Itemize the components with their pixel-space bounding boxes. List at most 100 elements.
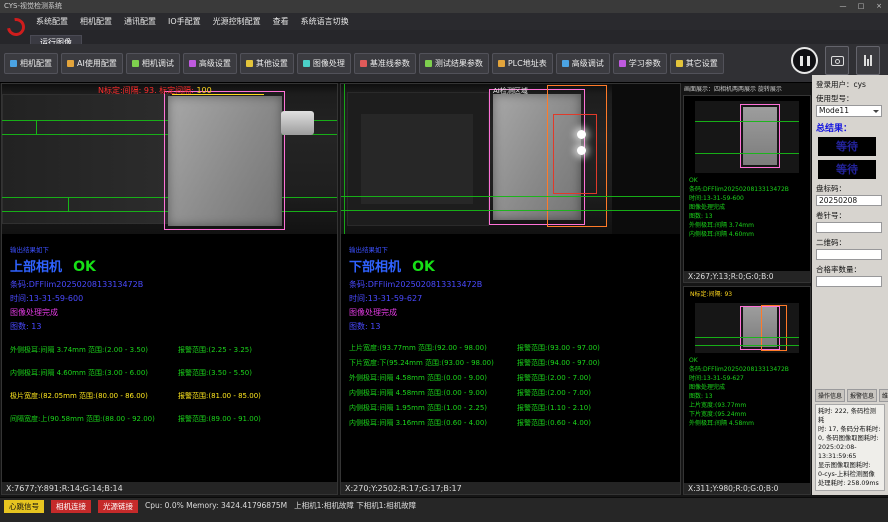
result-ok-badge: OK (73, 259, 96, 275)
toolbar-button-icon (303, 60, 310, 67)
field-input[interactable] (816, 276, 882, 287)
toolbar-button[interactable]: AI使用配置 (61, 53, 123, 74)
output-note: 输出结果如下 (10, 244, 337, 254)
lower-result-text: 输出结果如下 下部相机 OK 条码:DFFlim2025020813313472… (341, 244, 680, 428)
info-tab[interactable]: 操作信息 (815, 389, 845, 402)
info-log-line: 2025:02:08-13:31:59:65 (818, 443, 882, 461)
measurement-value: 外侧极耳:间隔 4.58mm 范围:(0.00 - 9.00) (349, 373, 509, 383)
preview-line: 条码:DFFlim2025020813313472B (689, 185, 810, 194)
menu-item[interactable]: 系统配置 (30, 14, 74, 29)
window-control-button[interactable]: — (834, 0, 852, 13)
toolbar-button-icon (189, 60, 196, 67)
field-input[interactable] (816, 222, 882, 233)
cpu-memory-status: Cpu: 0.0% Memory: 3424.41796875M (145, 500, 287, 511)
toolbar-button[interactable]: 其他设置 (240, 53, 294, 74)
green-guide-line (36, 120, 37, 135)
toolbar-button[interactable]: 高级调试 (556, 53, 610, 74)
toolbar-button-label: AI使用配置 (77, 58, 117, 69)
camera-view-button[interactable] (825, 46, 849, 75)
toolbar-button-icon (676, 60, 683, 67)
toolbar-button[interactable]: 高级设置 (183, 53, 237, 74)
barcode-scan-button[interactable] (856, 46, 880, 75)
info-log-line: 显示图像取图耗时: (818, 461, 882, 470)
measurement-value: 内侧极耳:间隔 4.60mm 范围:(3.00 - 6.00) (10, 368, 170, 378)
info-tab[interactable]: 维修信息 (879, 389, 888, 402)
info-log-box: 耗时: 222, 条码检测耗时: 17, 条码分布耗时:0, 条码图像取图耗时:… (815, 404, 885, 491)
lower-camera-image[interactable]: AI检测区域 (341, 84, 680, 234)
menu-item[interactable]: IO手配置 (162, 14, 207, 29)
window-control-button[interactable]: × (870, 0, 888, 13)
measurement-row: 内侧极耳:间隔 4.58mm 范围:(0.00 - 9.00) 报警范围:(2.… (349, 388, 680, 398)
toolbar-button-label: 学习参数 (629, 58, 661, 69)
preview-line: 图数: 13 (689, 212, 810, 221)
toolbar-button[interactable]: 学习参数 (613, 53, 667, 74)
toolbar-button[interactable]: 基准线参数 (354, 53, 416, 74)
preview-text-lines: OK条码:DFFlim2025020813313472B时间:13-31-59-… (684, 356, 810, 428)
calibration-label-text: N标定:间隔: 93. 标定间隔: (98, 86, 194, 95)
field-input[interactable] (816, 249, 882, 260)
pause-icon (800, 56, 803, 66)
barcode-icon (864, 55, 872, 66)
toolbar-right-cluster (791, 46, 880, 75)
preview-thumbnail[interactable] (695, 101, 799, 173)
measurement-warn-range: 报警范围:(94.00 - 97.00) (517, 358, 600, 368)
preview-line: 图像处理完成 (689, 383, 810, 392)
window-control-button[interactable]: □ (852, 0, 870, 13)
field-label: 盘标码： (816, 183, 885, 194)
toolbar-button[interactable]: 相机调试 (126, 53, 180, 74)
measurement-value: 内侧极耳:间隔 1.95mm 范围:(1.00 - 2.25) (349, 403, 509, 413)
info-tab[interactable]: 报警信息 (847, 389, 877, 402)
measurement-value: 内侧极耳:间隔 4.58mm 范围:(0.00 - 9.00) (349, 388, 509, 398)
info-log-line: 时: 17, 条码分布耗时: (818, 425, 882, 434)
info-log-line: 0-cys-上料检测图像 (818, 470, 882, 479)
toolbar-button-icon (425, 60, 432, 67)
camera-name: 上部相机 (10, 260, 62, 275)
pause-icon (807, 56, 810, 66)
menu-item[interactable]: 光源控制配置 (207, 14, 267, 29)
toolbar-button[interactable]: 测试结果参数 (419, 53, 489, 74)
field-row: 卷针号： (816, 210, 885, 233)
preview-thumbnail[interactable] (695, 303, 799, 353)
total-result-label: 总结果： (816, 121, 885, 134)
pixel-coords-readout: X:7677;Y:891;R:14;G:14;B:14 (2, 481, 337, 494)
reflection-highlight (577, 146, 586, 155)
info-tabs: 操作信息报警信息维修信息 (815, 389, 885, 402)
preview-line: OK (689, 356, 810, 365)
menu-item[interactable]: 查看 (267, 14, 295, 29)
menu-item[interactable]: 相机配置 (74, 14, 118, 29)
field-input[interactable]: 20250208 (816, 195, 882, 206)
camera-fault-status: 上相机1:相机故障 下相机1:相机故障 (294, 500, 416, 511)
measurement-warn-range: 报警范围:(3.50 - 5.50) (178, 368, 252, 378)
machine-block (361, 114, 473, 204)
toolbar-button[interactable]: 其它设置 (670, 53, 724, 74)
preview-text-lines: OK条码:DFFlim2025020813313472B时间:13-31-59-… (684, 176, 810, 239)
result-status-box: 等待 (818, 137, 876, 156)
time-line: 时间:13-31-59-600 (10, 293, 337, 304)
menu-item[interactable]: 通讯配置 (118, 14, 162, 29)
time-line: 时间:13-31-59-627 (349, 293, 680, 304)
toolbar-button[interactable]: PLC地址表 (492, 53, 553, 74)
camera-panel-upper: N标定:间隔: 93. 标定间隔: 100 输出结果如下 上部相机 OK 条码:… (1, 83, 338, 495)
field-row: 合格率数量： (816, 264, 885, 287)
field-list: 盘标码： 20250208 卷针号： 二维码： 合格率数量： (816, 183, 885, 287)
menu-item[interactable]: 系统语言切换 (295, 14, 355, 29)
field-row: 二维码： (816, 237, 885, 260)
pixel-coords-readout: X:311;Y:980;R:0;G:0;B:0 (684, 482, 810, 494)
calibration-label: N标定:间隔: 93 (684, 289, 810, 298)
field-label: 卷针号： (816, 210, 885, 221)
upper-camera-image[interactable]: N标定:间隔: 93. 标定间隔: 100 (2, 84, 337, 234)
result-status-box: 等待 (818, 160, 876, 179)
pause-button[interactable] (791, 47, 818, 74)
model-select[interactable]: Mode11 (816, 105, 882, 117)
toolbar-button-icon (360, 60, 367, 67)
toolbar-button-icon (132, 60, 139, 67)
result-boxes: 等待等待 (816, 137, 885, 179)
frame-count-line: 图数: 13 (10, 321, 337, 332)
toolbar-button[interactable]: 相机配置 (4, 53, 58, 74)
toolbar-button[interactable]: 图像处理 (297, 53, 351, 74)
right-info-panel: 登录用户：cys 使用型号： Mode11 总结果： 等待等待 盘标码： 202… (812, 75, 888, 495)
process-status-line: 图像处理完成 (349, 307, 680, 318)
machine-block (2, 94, 170, 224)
measurement-value: 上片宽度:(93.77mm 范围:(92.00 - 98.00) (349, 343, 509, 353)
field-label: 合格率数量： (816, 264, 885, 275)
